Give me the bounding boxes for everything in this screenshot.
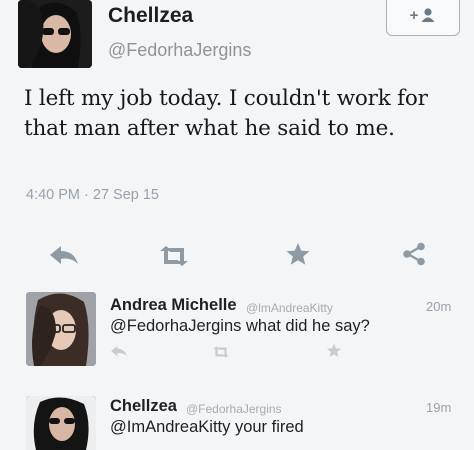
reply-icon xyxy=(50,246,78,264)
avatar-photo-icon xyxy=(26,292,96,366)
follow-plus: + xyxy=(409,6,419,24)
reply-avatar-chellzea[interactable] xyxy=(26,396,96,450)
reply-display-name[interactable]: Chellzea xyxy=(110,397,177,416)
follow-button[interactable]: + xyxy=(386,0,460,36)
reply-time: 20m xyxy=(426,299,452,314)
reply-icon xyxy=(111,345,127,357)
share-icon xyxy=(403,242,425,266)
main-avatar[interactable] xyxy=(18,0,92,68)
reply-button[interactable] xyxy=(110,344,128,363)
retweet-button[interactable] xyxy=(158,246,190,266)
retweet-icon xyxy=(213,346,229,358)
main-handle[interactable]: @FedorhaJergins xyxy=(108,40,251,61)
favorite-button[interactable] xyxy=(326,343,342,363)
favorite-button[interactable] xyxy=(285,242,311,266)
avatar-photo-icon xyxy=(18,0,92,68)
avatar-photo-icon xyxy=(26,396,96,450)
reply-handle[interactable]: @lmAndreaKitty xyxy=(246,301,333,315)
reply-handle[interactable]: @FedorhaJergins xyxy=(186,402,282,416)
reply-avatar-andrea[interactable] xyxy=(26,292,96,366)
reply-time: 19m xyxy=(426,400,452,415)
reply-button[interactable] xyxy=(48,244,80,266)
reply-text: @ImAndreaKitty your fired xyxy=(110,418,304,436)
person-icon xyxy=(421,8,435,22)
favorite-icon xyxy=(286,243,310,265)
retweet-icon xyxy=(160,246,188,266)
share-button[interactable] xyxy=(402,242,426,266)
tweet-timestamp[interactable]: 4:40 PM · 27 Sep 15 xyxy=(26,187,159,203)
retweet-button[interactable] xyxy=(212,345,230,363)
main-display-name[interactable]: Chellzea xyxy=(108,4,193,28)
favorite-icon xyxy=(326,343,342,358)
reply-text: @FedorhaJergins what did he say? xyxy=(110,317,370,335)
tweet-text: I left my job today. I couldn't work for… xyxy=(24,86,428,141)
reply-display-name[interactable]: Andrea Michelle xyxy=(110,296,237,315)
